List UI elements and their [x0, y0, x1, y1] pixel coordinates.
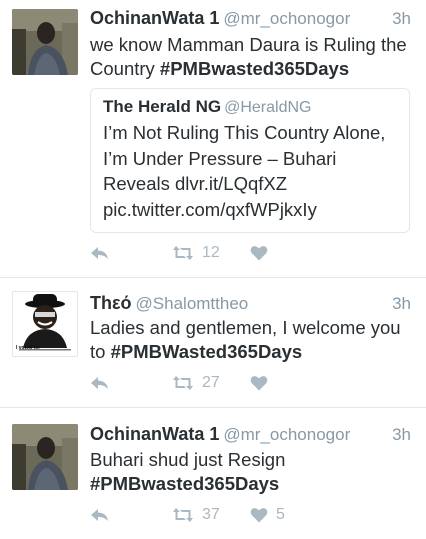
- like-button[interactable]: [250, 372, 268, 394]
- avatar-caption: I voted for: [16, 345, 41, 351]
- reply-button[interactable]: [90, 242, 110, 264]
- user-handle[interactable]: @mr_ochonogor: [223, 425, 350, 444]
- tweet-timestamp[interactable]: 3h: [392, 9, 411, 29]
- reply-button[interactable]: [90, 372, 110, 394]
- display-name[interactable]: OchinanWata 1: [90, 8, 219, 28]
- retweet-count: 37: [202, 506, 220, 523]
- tweet-timestamp[interactable]: 3h: [392, 425, 411, 445]
- like-count: 5: [276, 506, 285, 523]
- heart-icon: [250, 376, 268, 391]
- display-name[interactable]: Thεό: [90, 293, 132, 313]
- retweet-button[interactable]: 27: [172, 372, 220, 394]
- tweet-actions: 12: [90, 242, 410, 264]
- reply-button[interactable]: [90, 504, 110, 526]
- heart-icon: [250, 246, 268, 261]
- display-name[interactable]: OchinanWata 1: [90, 424, 219, 444]
- avatar[interactable]: I voted for: [12, 291, 78, 357]
- quoted-tweet-text: I’m Not Ruling This Country Alone, I’m U…: [103, 122, 386, 220]
- hashtag-link[interactable]: #PMBwasted365Days: [90, 473, 279, 494]
- hashtag-link[interactable]: #PMBWasted365Days: [111, 341, 303, 362]
- tweet-actions: 37 5: [90, 504, 410, 526]
- quoted-display-name: The Herald NG: [103, 97, 222, 116]
- tweet[interactable]: I voted for Thεό @Shalomttheo 3h Ladies a…: [0, 278, 426, 406]
- heart-icon: [250, 508, 268, 523]
- reply-icon: [91, 377, 108, 389]
- quoted-tweet[interactable]: The Herald NG @HeraldNG I’m Not Ruling Th…: [90, 88, 410, 233]
- retweet-button[interactable]: 12: [172, 242, 220, 264]
- reply-icon: [91, 509, 108, 521]
- avatar[interactable]: [12, 424, 78, 490]
- retweet-icon: [173, 376, 193, 390]
- retweet-icon: [173, 508, 193, 522]
- hashtag-link[interactable]: #PMBwasted365Days: [160, 58, 349, 79]
- retweet-count: 12: [202, 244, 220, 261]
- avatar[interactable]: [12, 9, 78, 75]
- tweet-timestamp[interactable]: 3h: [392, 294, 411, 314]
- user-handle[interactable]: @mr_ochonogor: [223, 9, 350, 28]
- tweet-actions: 27: [90, 372, 410, 394]
- tweet[interactable]: OchinanWata 1 @mr_ochonogor 3h we know Ma…: [0, 0, 426, 277]
- retweet-button[interactable]: 37: [172, 504, 220, 526]
- tweet[interactable]: OchinanWata 1 @mr_ochonogor 3h Buhari shu…: [0, 408, 426, 539]
- retweet-count: 27: [202, 374, 220, 391]
- tweet-author[interactable]: OchinanWata 1 @mr_ochonogor: [90, 424, 350, 445]
- quoted-user-handle: @HeraldNG: [224, 99, 312, 116]
- retweet-icon: [173, 246, 193, 260]
- reply-icon: [91, 247, 108, 259]
- tweet-author[interactable]: Thεό @Shalomttheo: [90, 293, 248, 314]
- tweet-text: we know Mamman Daura is Ruling the Count…: [90, 33, 410, 81]
- tweet-author[interactable]: OchinanWata 1 @mr_ochonogor: [90, 8, 350, 29]
- user-handle[interactable]: @Shalomttheo: [136, 294, 249, 313]
- like-button[interactable]: 5: [250, 504, 285, 526]
- like-button[interactable]: [250, 242, 268, 264]
- tweet-text: Ladies and gentlemen, I welcome you to #…: [90, 316, 410, 364]
- tweet-text-body: Buhari shud just Resign: [90, 449, 286, 470]
- tweet-text: Buhari shud just Resign #PMBwasted365Day…: [90, 448, 410, 496]
